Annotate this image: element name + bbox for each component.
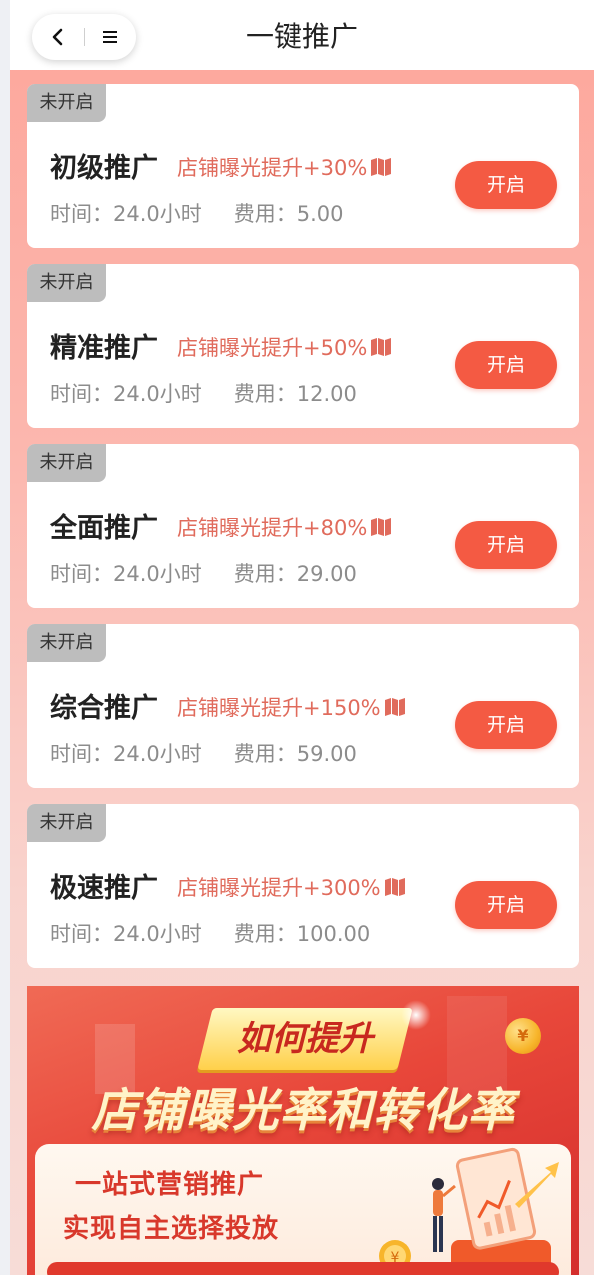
open-button[interactable]: 开启 [455,701,557,749]
status-badge: 未开启 [27,624,106,662]
boost-info: 店铺曝光提升+300% [177,872,406,902]
coin-icon: ¥ [505,1018,541,1054]
marketing-illustration-icon: ¥ [379,1147,559,1274]
status-badge: 未开启 [27,84,106,122]
nav-capsule [32,14,136,60]
sparkle-icon [401,1000,431,1030]
fee-text: 费用：59.00 [233,742,357,766]
promotion-name: 精准推广 [50,333,158,364]
duration-text: 时间：24.0小时 [50,382,202,406]
boost-text: 店铺曝光提升+300% [177,876,381,900]
fee-text: 费用：12.00 [233,382,357,406]
header: 一键推广 [10,0,594,70]
open-button[interactable]: 开启 [455,521,557,569]
fee-text: 费用：100.00 [233,922,371,946]
app-frame: 一键推广 未开启 初级推广 店铺曝光提升+30% 时间：24.0小时 费用：5.… [10,0,594,1275]
fee-text: 费用：5.00 [233,202,344,226]
open-button[interactable]: 开启 [455,161,557,209]
status-badge: 未开启 [27,804,106,842]
promotion-card: 未开启 全面推广 店铺曝光提升+80% 时间：24.0小时 费用：29.00 开启 [27,444,579,608]
boost-info: 店铺曝光提升+80% [177,512,392,542]
map-icon [384,878,405,896]
banner-bottom-bar [47,1262,559,1275]
banner-line-1: 一站式营销推广 [75,1170,265,1200]
open-button[interactable]: 开启 [455,881,557,929]
status-badge: 未开启 [27,444,106,482]
promo-banner[interactable]: 如何提升 ¥ 店铺曝光率和转化率 一站式营销推广 实现自主选择投放 ¥ [27,986,579,1275]
back-button[interactable] [32,14,84,60]
promotion-meta: 时间：24.0小时 费用：100.00 [50,918,370,948]
chevron-left-icon [52,28,63,46]
banner-ribbon-text: 如何提升 [237,1019,373,1059]
boost-info: 店铺曝光提升+150% [177,692,406,722]
promotion-meta: 时间：24.0小时 费用：59.00 [50,738,357,768]
boost-text: 店铺曝光提升+80% [177,516,368,540]
map-icon [384,698,405,716]
map-icon [371,158,392,176]
boost-info: 店铺曝光提升+30% [177,152,392,182]
open-button[interactable]: 开启 [455,341,557,389]
promotion-card: 未开启 初级推广 店铺曝光提升+30% 时间：24.0小时 费用：5.00 开启 [27,84,579,248]
boost-text: 店铺曝光提升+150% [177,696,381,720]
menu-button[interactable] [84,14,136,60]
banner-panel: 一站式营销推广 实现自主选择投放 ¥ [35,1144,571,1275]
promotion-name: 综合推广 [50,693,158,724]
promotion-meta: 时间：24.0小时 费用：5.00 [50,198,344,228]
duration-text: 时间：24.0小时 [50,922,202,946]
duration-text: 时间：24.0小时 [50,562,202,586]
banner-line-2: 实现自主选择投放 [63,1214,280,1244]
fee-text: 费用：29.00 [233,562,357,586]
duration-text: 时间：24.0小时 [50,202,202,226]
duration-text: 时间：24.0小时 [50,742,202,766]
map-icon [371,338,392,356]
boost-info: 店铺曝光提升+50% [177,332,392,362]
map-icon [371,518,392,536]
banner-headline: 店铺曝光率和转化率 [91,1083,515,1137]
promotion-meta: 时间：24.0小时 费用：29.00 [50,558,357,588]
promotion-name: 全面推广 [50,513,158,544]
promotion-card: 未开启 极速推广 店铺曝光提升+300% 时间：24.0小时 费用：100.00 … [27,804,579,968]
menu-icon [103,31,118,43]
promotion-list: 未开启 初级推广 店铺曝光提升+30% 时间：24.0小时 费用：5.00 开启 … [27,84,579,984]
boost-text: 店铺曝光提升+30% [177,156,368,180]
promotion-name: 极速推广 [50,873,158,904]
promotion-card: 未开启 综合推广 店铺曝光提升+150% 时间：24.0小时 费用：59.00 开… [27,624,579,788]
promotion-meta: 时间：24.0小时 费用：12.00 [50,378,357,408]
promotion-card: 未开启 精准推广 店铺曝光提升+50% 时间：24.0小时 费用：12.00 开启 [27,264,579,428]
status-badge: 未开启 [27,264,106,302]
boost-text: 店铺曝光提升+50% [177,336,368,360]
promotion-name: 初级推广 [50,153,158,184]
